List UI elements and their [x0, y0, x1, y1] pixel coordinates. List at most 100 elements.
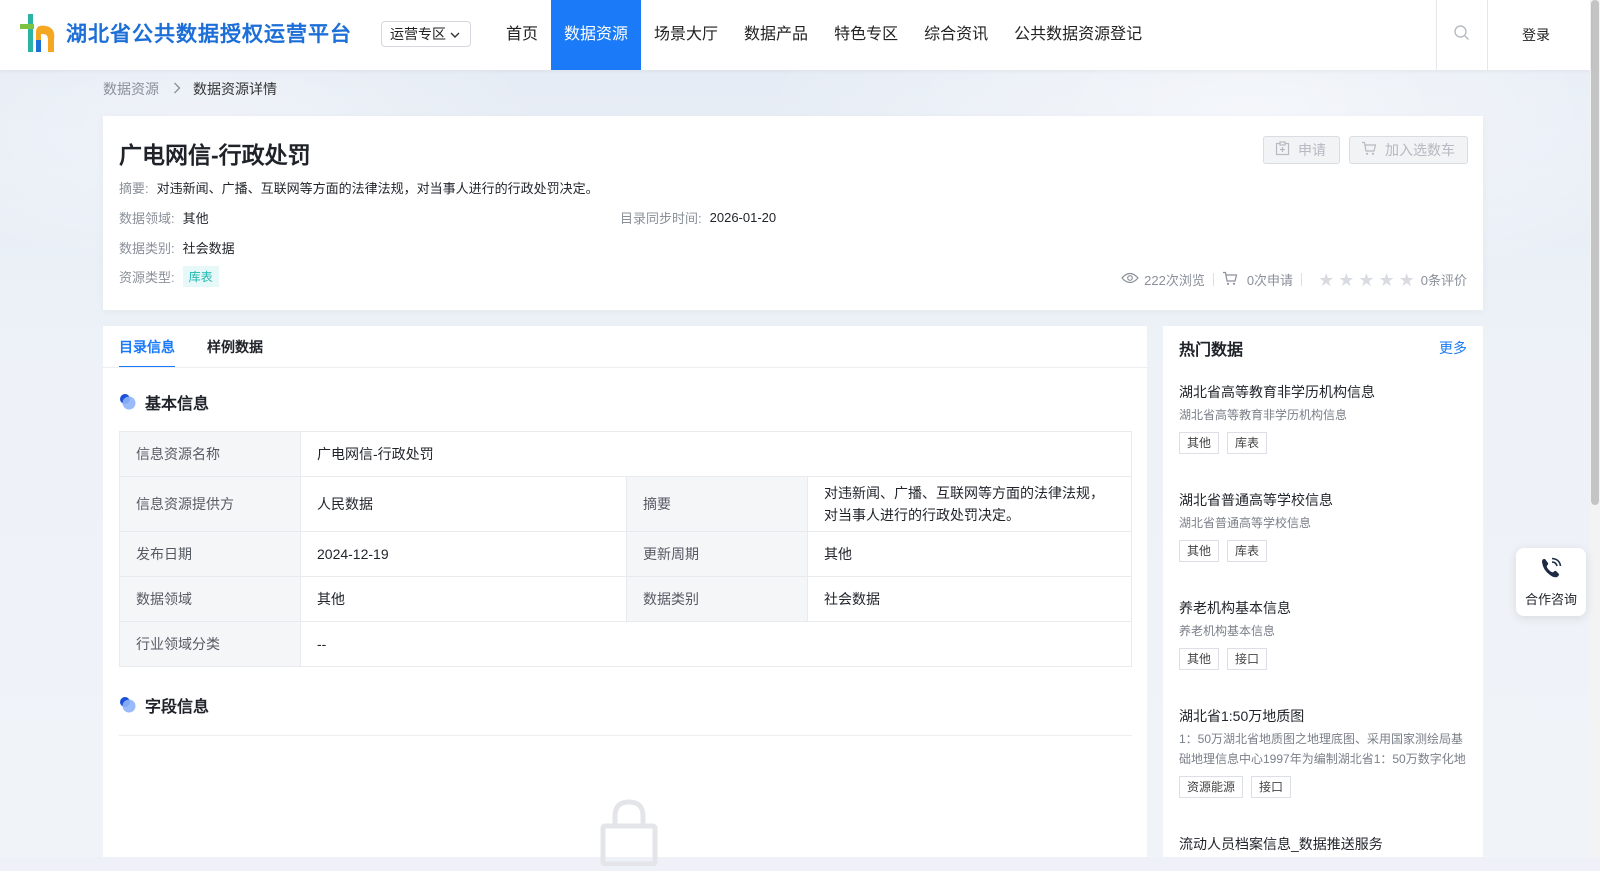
table-label: 信息资源名称 — [119, 431, 301, 477]
nav-featured-zone[interactable]: 特色专区 — [821, 0, 911, 70]
lock-icon — [593, 796, 665, 871]
field-info-heading: 字段信息 — [119, 693, 209, 717]
star-icon[interactable]: ★ — [1318, 271, 1334, 289]
zone-select-value: 运营专区 — [390, 26, 446, 42]
nav-news[interactable]: 综合资讯 — [911, 0, 1001, 70]
add-to-cart-button[interactable]: 加入选数车 — [1349, 136, 1468, 164]
type-tag: 库表 — [182, 266, 219, 287]
star-icon[interactable]: ★ — [1338, 271, 1354, 289]
consult-label: 合作咨询 — [1524, 592, 1577, 607]
rating-stars[interactable]: ★ ★ ★ ★ ★ — [1316, 271, 1417, 289]
basic-info-table: 信息资源名称 广电网信-行政处罚 信息资源提供方 人民数据 摘要 对违新闻、广播… — [119, 431, 1132, 667]
hot-item-desc: 1：50万湖北省地质图之地理底图、采用国家测绘局基础地理信息中心1997年为编制… — [1179, 732, 1466, 766]
type-label: 资源类型: — [119, 270, 175, 285]
star-icon[interactable]: ★ — [1358, 271, 1374, 289]
basic-info-title: 基本信息 — [145, 396, 210, 413]
reviews-count: 0条评价 — [1420, 273, 1467, 288]
hot-item-tags: 资源能源 接口 — [1179, 776, 1467, 798]
table-label: 数据类别 — [626, 576, 808, 622]
list-item[interactable]: 湖北省1:50万地质图 1：50万湖北省地质图之地理底图、采用国家测绘局基础地理… — [1179, 706, 1467, 798]
stats-divider — [1301, 273, 1303, 286]
table-value: 对违新闻、广播、互联网等方面的法律法规，对当事人进行的行政处罚决定。 — [807, 476, 1132, 532]
table-row: 信息资源提供方 人民数据 摘要 对违新闻、广播、互联网等方面的法律法规，对当事人… — [119, 476, 1132, 532]
table-value: 广电网信-行政处罚 — [300, 431, 1132, 477]
table-value: 其他 — [300, 576, 627, 622]
table-value: 社会数据 — [807, 576, 1132, 622]
hot-item-desc: 湖北省高等教育非学历机构信息 — [1179, 408, 1348, 422]
login-link[interactable]: 登录 — [1522, 0, 1550, 70]
hot-item-tag: 库表 — [1227, 432, 1268, 454]
chevron-down-icon — [449, 28, 461, 44]
applies-count: 0次申请 — [1246, 273, 1294, 288]
table-value: 2024-12-19 — [300, 531, 627, 577]
resource-title: 广电网信-行政处罚 — [119, 142, 311, 168]
nav-data-products[interactable]: 数据产品 — [731, 0, 821, 70]
list-item[interactable]: 湖北省普通高等学校信息 湖北省普通高等学校信息 其他 库表 — [1179, 490, 1467, 562]
apply-label: 申请 — [1298, 142, 1326, 158]
hot-data-panel: 热门数据 更多 湖北省高等教育非学历机构信息 湖北省高等教育非学历机构信息 其他… — [1163, 326, 1483, 857]
hot-item-tag: 资源能源 — [1179, 776, 1244, 798]
hot-item-tag: 其他 — [1179, 648, 1220, 670]
category-label: 数据类别: — [119, 241, 175, 256]
breadcrumb-current: 数据资源详情 — [193, 81, 277, 97]
tab-sample-data[interactable]: 样例数据 — [207, 326, 263, 368]
nav-public-data-registration[interactable]: 公共数据资源登记 — [1001, 0, 1155, 70]
breadcrumb-parent[interactable]: 数据资源 — [103, 79, 159, 99]
hot-item-desc: 养老机构基本信息 — [1179, 624, 1276, 638]
hot-data-more-link[interactable]: 更多 — [1439, 338, 1467, 358]
list-item[interactable]: 养老机构基本信息 养老机构基本信息 其他 接口 — [1179, 598, 1467, 670]
hot-item-tag: 接口 — [1227, 648, 1268, 670]
summary-label: 摘要: — [119, 181, 149, 196]
table-row: 行业领域分类 -- — [119, 621, 1132, 667]
star-icon[interactable]: ★ — [1399, 271, 1415, 289]
table-label: 行业领域分类 — [119, 621, 301, 667]
sync-time-row: 目录同步时间: 2026-01-20 — [620, 208, 776, 227]
nav-scenario-hall[interactable]: 场景大厅 — [641, 0, 731, 70]
table-row: 信息资源名称 广电网信-行政处罚 — [119, 431, 1132, 477]
top-header: 湖北省公共数据授权运营平台 运营专区 首页 数据资源 场景大厅 数据产品 特色专… — [0, 0, 1590, 70]
views-count: 222次浏览 — [1144, 273, 1205, 288]
apply-icon — [1275, 141, 1298, 159]
hot-item-desc: 湖北省普通高等学校信息 — [1179, 516, 1312, 530]
apply-button[interactable]: 申请 — [1263, 136, 1340, 164]
list-item[interactable]: 流动人员档案信息_数据推送服务 — [1179, 834, 1467, 854]
hot-item-tag: 其他 — [1179, 540, 1220, 562]
nav-data-resources[interactable]: 数据资源 — [551, 0, 642, 70]
field-info-divider — [119, 735, 1132, 736]
hot-item-title[interactable]: 养老机构基本信息 — [1179, 598, 1467, 618]
table-value: -- — [300, 621, 1132, 667]
star-icon[interactable]: ★ — [1378, 271, 1394, 289]
hot-item-tag: 接口 — [1251, 776, 1292, 798]
category-row: 数据类别: 社会数据 — [119, 238, 235, 257]
hot-data-title: 热门数据 — [1179, 342, 1244, 359]
hot-item-title[interactable]: 湖北省高等教育非学历机构信息 — [1179, 382, 1467, 402]
hot-item-title[interactable]: 流动人员档案信息_数据推送服务 — [1179, 834, 1467, 854]
category-value: 社会数据 — [182, 241, 235, 256]
site-logo[interactable]: 湖北省公共数据授权运营平台 — [16, 10, 352, 56]
nav-home[interactable]: 首页 — [493, 0, 551, 70]
hot-item-tags: 其他 接口 — [1179, 648, 1467, 670]
summary-text: 对违新闻、广播、互联网等方面的法律法规，对当事人进行的行政处罚决定。 — [156, 181, 599, 196]
tab-catalog-info[interactable]: 目录信息 — [119, 326, 175, 368]
hot-item-tag: 库表 — [1227, 540, 1268, 562]
consult-button[interactable]: 合作咨询 — [1516, 548, 1586, 616]
chevron-right-icon — [173, 81, 181, 97]
domain-value: 其他 — [182, 211, 209, 226]
sync-time-value: 2026-01-20 — [709, 210, 777, 225]
catalog-card: 目录信息 样例数据 基本信息 信息资源名称 广电网信-行政处罚 信息资源提供方 … — [103, 326, 1147, 867]
table-row: 发布日期 2024-12-19 更新周期 其他 — [119, 531, 1132, 577]
cart-icon — [1361, 141, 1385, 159]
logo-icon — [16, 10, 60, 56]
logo-text: 湖北省公共数据授权运营平台 — [66, 22, 352, 46]
hot-item-title[interactable]: 湖北省1:50万地质图 — [1179, 706, 1467, 726]
hot-item-title[interactable]: 湖北省普通高等学校信息 — [1179, 490, 1467, 510]
section-dot-icon — [119, 393, 137, 411]
table-row: 数据领域 其他 数据类别 社会数据 — [119, 576, 1132, 622]
zone-select[interactable]: 运营专区 — [381, 21, 471, 47]
table-value: 人民数据 — [300, 476, 627, 532]
table-label: 更新周期 — [626, 531, 808, 577]
scrollbar-thumb[interactable] — [1591, 0, 1599, 505]
list-item[interactable]: 湖北省高等教育非学历机构信息 湖北省高等教育非学历机构信息 其他 库表 — [1179, 382, 1467, 454]
sync-time-label: 目录同步时间: — [620, 211, 702, 226]
search-button[interactable] — [1436, 0, 1488, 70]
